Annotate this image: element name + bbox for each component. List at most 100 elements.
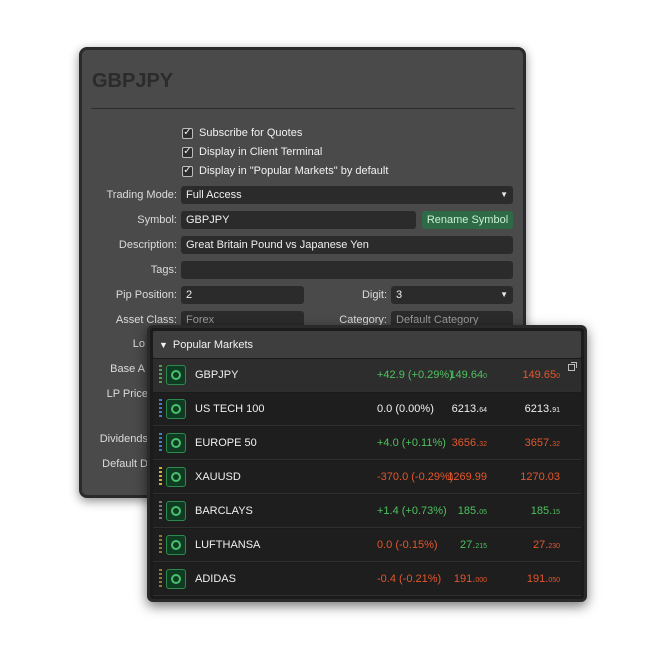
symbol-title: GBPJPY	[92, 70, 174, 92]
market-name: LUFTHANSA	[195, 539, 261, 551]
market-change: -370.0 (-0.29%)	[377, 471, 454, 483]
market-symbol-icon	[166, 569, 186, 589]
bid-price: 3656.	[451, 437, 480, 449]
market-bid[interactable]: 185.05	[458, 495, 487, 529]
checkbox-check-icon[interactable]: ✓	[182, 146, 193, 158]
bid-price: 191.	[453, 573, 476, 585]
description-input[interactable]: Great Britain Pound vs Japanese Yen	[181, 236, 513, 254]
ask-price-pipette: 230	[548, 543, 560, 550]
trading-mode-value: Full Access	[186, 189, 242, 201]
market-bid[interactable]: 191.000	[454, 563, 487, 597]
bid-price-pipette: 32	[479, 441, 487, 448]
checkbox-check-icon[interactable]: ✓	[182, 127, 193, 139]
popular-markets-window: ▼ Popular Markets GBPJPY +42.9 (+0.29%) 14…	[147, 325, 587, 602]
ask-price: 3657.	[524, 437, 553, 449]
market-symbol-icon	[166, 399, 186, 419]
market-bid[interactable]: 1269.99	[447, 461, 487, 495]
partial-label-lp-price: LP Price	[106, 388, 148, 400]
market-change: +1.4 (+0.73%)	[377, 505, 447, 517]
ask-price: 6213.	[524, 403, 553, 415]
market-row[interactable]: US TECH 100 0.0 (0.00%) 6213.64 6213.91	[153, 393, 581, 426]
ask-price: 1270.03	[520, 471, 560, 483]
chevron-down-icon: ▼	[500, 290, 508, 299]
popular-markets-header[interactable]: ▼ Popular Markets	[153, 331, 581, 358]
market-bid[interactable]: 3656.32	[452, 427, 487, 461]
symbol-input[interactable]: GBPJPY	[181, 211, 416, 229]
popular-markets-title: Popular Markets	[172, 338, 254, 351]
market-name: BARCLAYS	[195, 505, 253, 517]
pip-position-label: Pip Position:	[115, 289, 177, 301]
display-popular-markets-checkbox[interactable]: ✓ Display in "Popular Markets" by defaul…	[182, 163, 388, 179]
trading-mode-label: Trading Mode:	[106, 189, 177, 201]
market-symbol-icon	[166, 501, 186, 521]
market-bid[interactable]: 6213.64	[452, 393, 487, 427]
market-ask[interactable]: 185.15	[531, 495, 560, 529]
market-ask[interactable]: 149.650	[522, 359, 560, 393]
market-row[interactable]: ADIDAS -0.4 (-0.21%) 191.000 191.050	[153, 563, 581, 596]
market-ask[interactable]: 27.230	[533, 529, 560, 563]
market-bid[interactable]: 27.215	[460, 529, 487, 563]
market-symbol-icon	[166, 467, 186, 487]
market-bid[interactable]: 149.640	[449, 359, 487, 393]
market-ask[interactable]: 191.050	[527, 563, 560, 597]
drag-handle-icon[interactable]	[159, 535, 162, 555]
market-row[interactable]: GBPJPY +42.9 (+0.29%) 149.640 149.650	[153, 359, 581, 392]
chevron-down-icon: ▼	[500, 190, 508, 199]
bid-price: 6213.	[451, 403, 480, 415]
market-symbol-icon	[166, 535, 186, 555]
ask-price-pipette: 050	[548, 577, 560, 584]
market-ask[interactable]: 6213.91	[525, 393, 560, 427]
market-row[interactable]: LUFTHANSA 0.0 (-0.15%) 27.215 27.230	[153, 529, 581, 562]
bid-price-pipette: 05	[479, 509, 487, 516]
tags-input[interactable]	[181, 261, 513, 279]
market-name: XAUUSD	[195, 471, 241, 483]
ask-price: 149.65	[522, 369, 557, 381]
market-row[interactable]: EUROPE 50 +4.0 (+0.11%) 3656.32 3657.32	[153, 427, 581, 460]
bid-price-pipette: 64	[479, 407, 487, 414]
ask-price: 191.	[526, 573, 549, 585]
market-ask[interactable]: 1270.03	[520, 461, 560, 495]
market-change: -0.4 (-0.21%)	[377, 573, 442, 585]
market-change: +4.0 (+0.11%)	[377, 437, 446, 449]
partial-label-base-asset: Base A	[110, 363, 145, 375]
ask-price-pipette: 91	[552, 407, 560, 414]
market-row[interactable]: BARCLAYS +1.4 (+0.73%) 185.05 185.15	[153, 495, 581, 528]
drag-handle-icon[interactable]	[159, 365, 162, 385]
market-name: GBPJPY	[195, 369, 239, 381]
description-label: Description:	[118, 239, 177, 251]
market-ask[interactable]: 3657.32	[525, 427, 560, 461]
market-name: US TECH 100	[195, 403, 265, 415]
collapse-triangle-icon[interactable]: ▼	[159, 340, 168, 350]
market-name: ADIDAS	[195, 573, 236, 585]
digit-select[interactable]: 3 ▼	[391, 286, 513, 304]
symbol-label: Symbol:	[137, 214, 177, 226]
market-change: 0.0 (0.00%)	[377, 403, 434, 415]
market-row[interactable]: XAUUSD -370.0 (-0.29%) 1269.99 1270.03	[153, 461, 581, 494]
partial-label-default: Default D	[102, 458, 148, 470]
pip-position-input[interactable]: 2	[181, 286, 304, 304]
popout-icon[interactable]	[568, 362, 577, 371]
drag-handle-icon[interactable]	[159, 467, 162, 487]
checkbox-label: Display in "Popular Markets" by default	[199, 165, 389, 177]
checkbox-check-icon[interactable]: ✓	[182, 165, 193, 177]
subscribe-quotes-checkbox[interactable]: ✓ Subscribe for Quotes	[182, 125, 302, 141]
market-name: EUROPE 50	[195, 437, 257, 449]
checkbox-label: Display in Client Terminal	[199, 146, 323, 158]
rename-symbol-button[interactable]: Rename Symbol	[422, 211, 513, 229]
ask-price: 185.	[530, 505, 553, 517]
trading-mode-select[interactable]: Full Access ▼	[181, 186, 513, 204]
partial-label-lot: Lo	[132, 338, 145, 350]
bid-price-pipette: 0	[483, 373, 487, 380]
drag-handle-icon[interactable]	[159, 569, 162, 589]
drag-handle-icon[interactable]	[159, 399, 162, 419]
drag-handle-icon[interactable]	[159, 501, 162, 521]
drag-handle-icon[interactable]	[159, 433, 162, 453]
display-client-terminal-checkbox[interactable]: ✓ Display in Client Terminal	[182, 144, 322, 160]
bid-price-pipette: 000	[475, 577, 487, 584]
ask-price-pipette: 15	[552, 509, 560, 516]
bid-price: 149.64	[449, 369, 484, 381]
bid-price: 185.	[457, 505, 480, 517]
market-symbol-icon	[166, 365, 186, 385]
bid-price: 1269.99	[447, 471, 487, 483]
market-change: 0.0 (-0.15%)	[377, 539, 438, 551]
